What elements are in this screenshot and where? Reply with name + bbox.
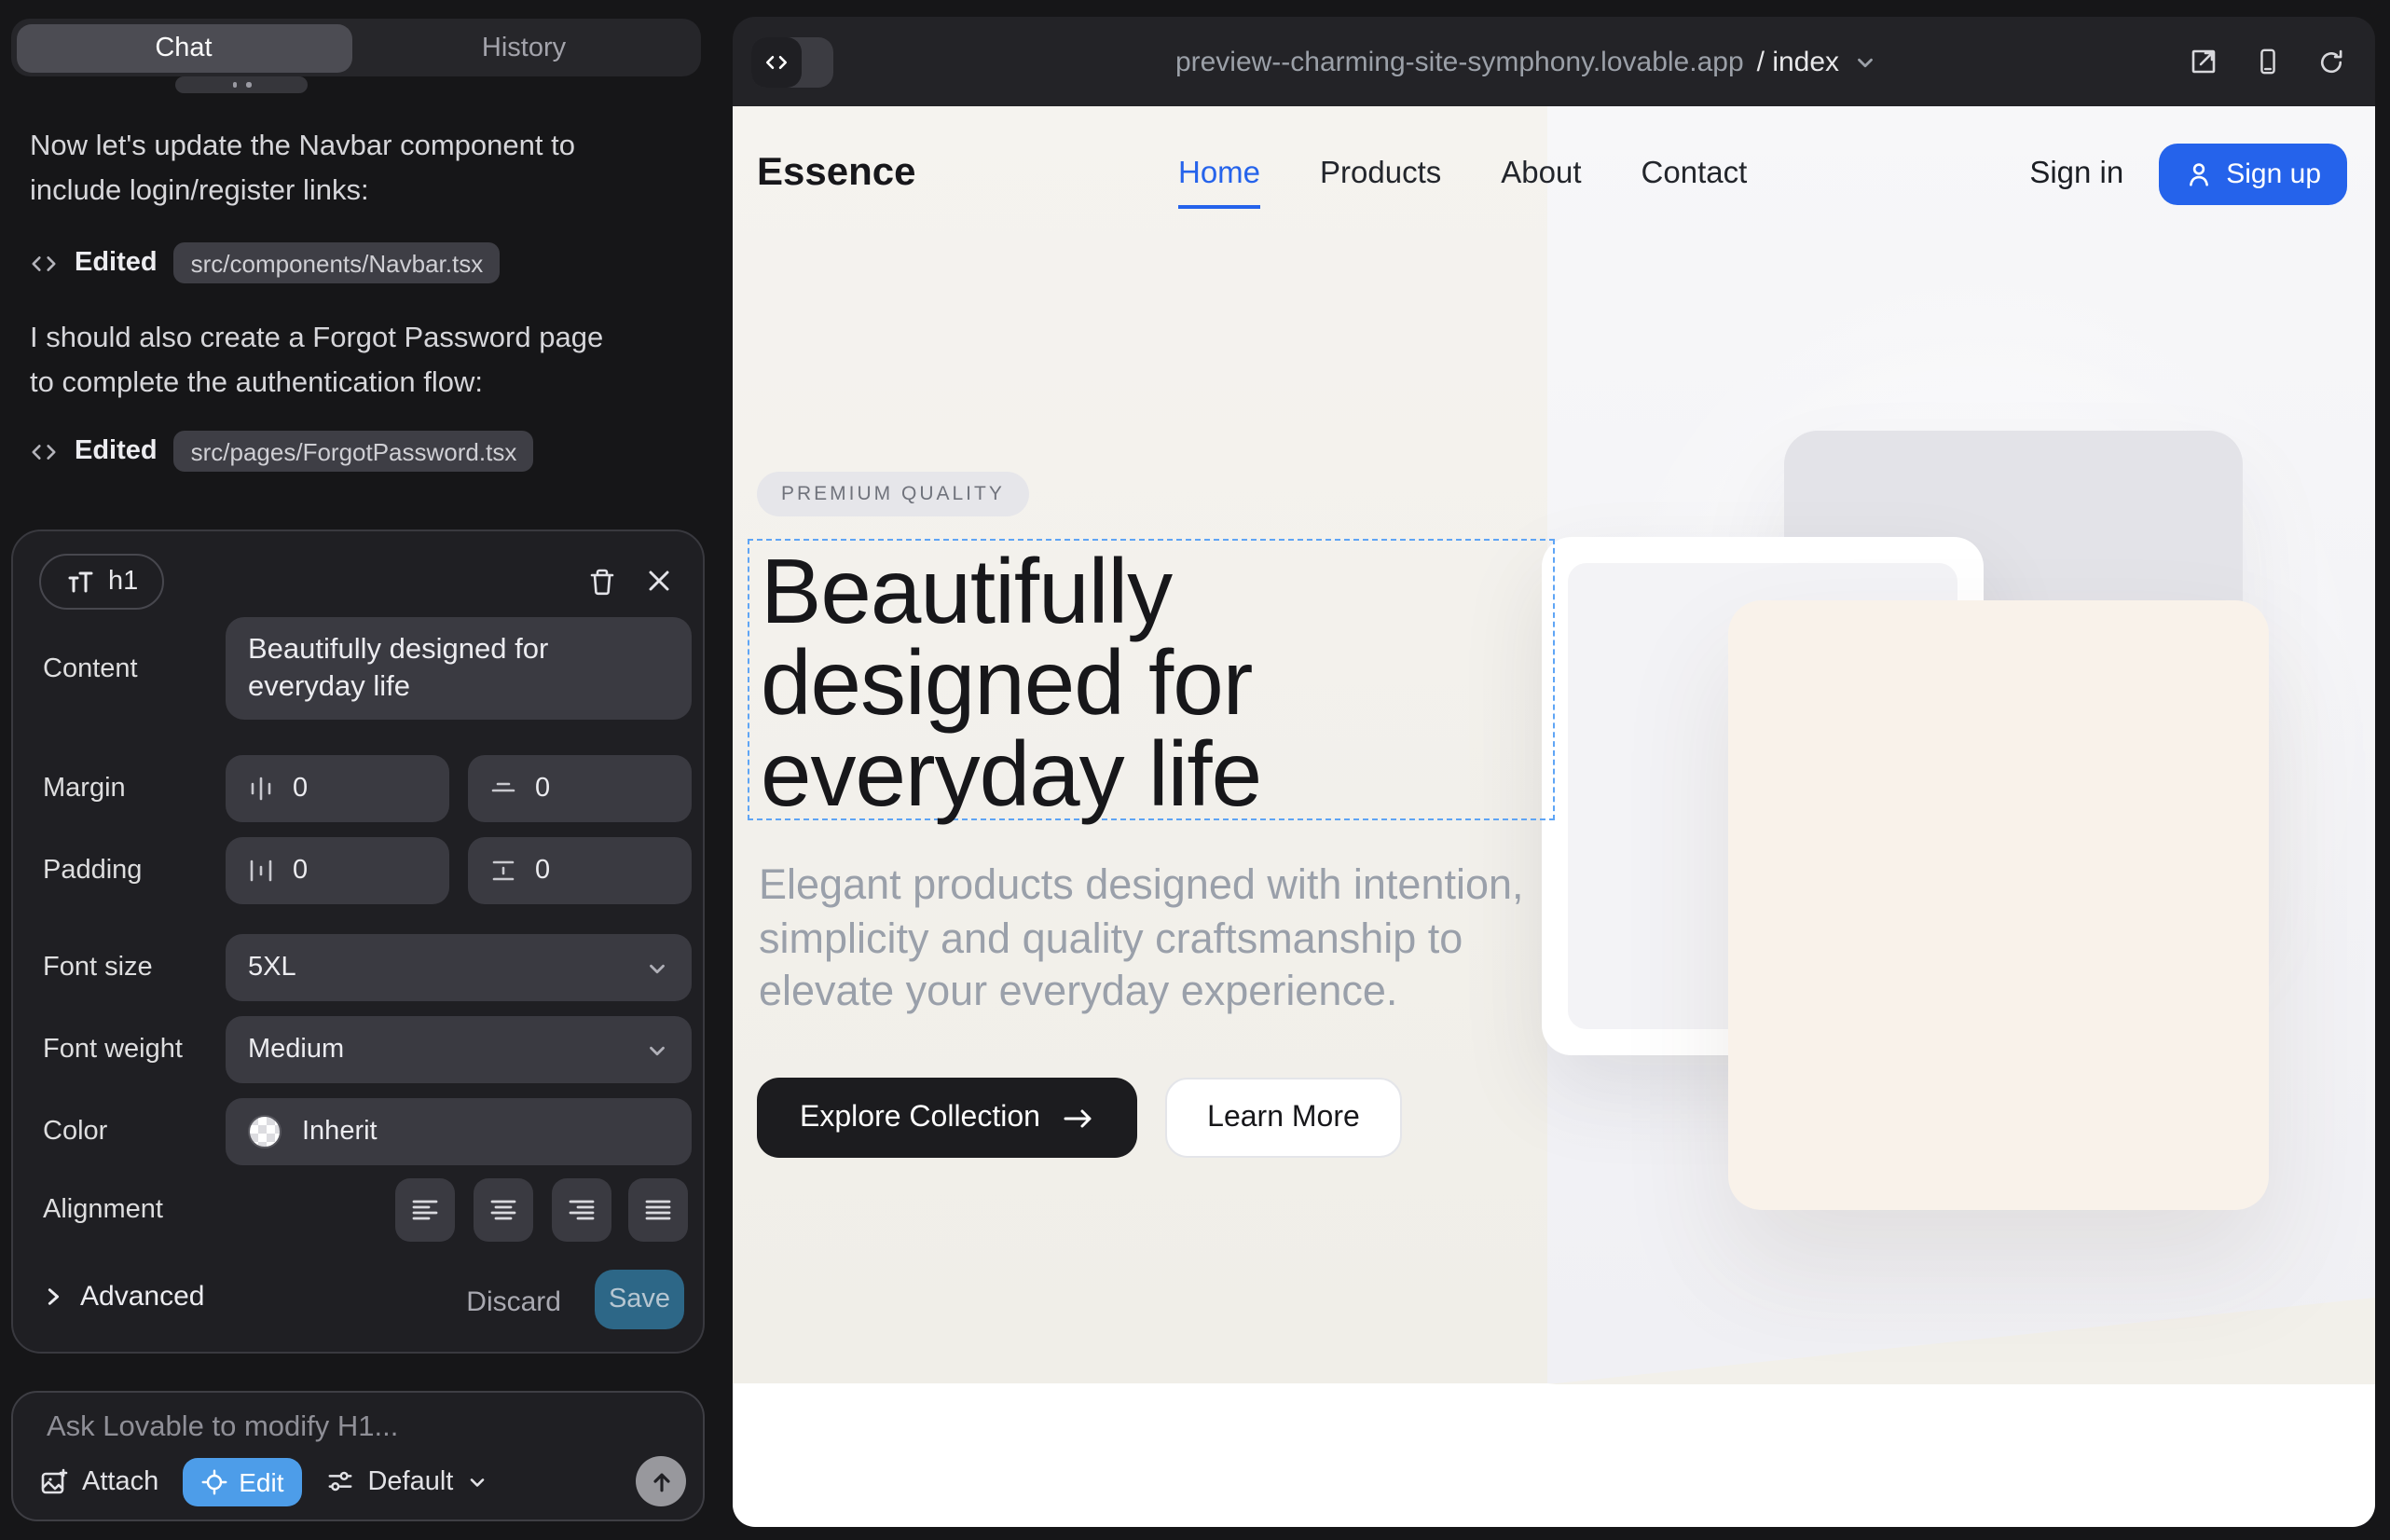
lovable-app: Chat History Now let's update the Navbar… <box>0 0 2390 1540</box>
padding-y-value: 0 <box>535 856 550 886</box>
color-swatch <box>248 1115 282 1148</box>
explore-collection-button[interactable]: Explore Collection <box>757 1078 1137 1158</box>
nav-about[interactable]: About <box>1501 157 1581 192</box>
font-size-label: Font size <box>43 953 153 983</box>
scrolled-message-peek <box>175 76 308 93</box>
url-path: / index <box>1757 46 1839 77</box>
element-tag: h1 <box>108 567 138 597</box>
font-size-select[interactable]: 5XL <box>226 934 692 1001</box>
font-weight-value: Medium <box>248 1035 344 1065</box>
chat-history-tabs: Chat History <box>11 19 701 76</box>
send-button[interactable] <box>636 1456 686 1506</box>
hero-badge: PREMIUM QUALITY <box>757 472 1029 516</box>
advanced-toggle[interactable]: Advanced <box>43 1281 204 1313</box>
attach-image-icon <box>39 1466 69 1496</box>
sign-in-link[interactable]: Sign in <box>2029 156 2123 191</box>
alignment-label: Alignment <box>43 1195 163 1225</box>
discard-button[interactable]: Discard <box>466 1286 561 1318</box>
padding-x-input[interactable]: 0 <box>226 837 449 904</box>
sign-up-label: Sign up <box>2226 158 2321 189</box>
decor-card-beige <box>1728 600 2269 1210</box>
chevron-down-icon <box>645 956 669 980</box>
margin-y-icon <box>490 776 516 802</box>
chevron-down-icon <box>466 1470 488 1492</box>
chevron-right-icon <box>43 1286 63 1307</box>
margin-x-input[interactable]: 0 <box>226 755 449 822</box>
attach-button[interactable]: Attach <box>39 1466 158 1496</box>
user-icon <box>2185 159 2213 187</box>
delete-element-button[interactable] <box>587 567 617 598</box>
preview-panel: preview--charming-site-symphony.lovable.… <box>733 17 2375 1527</box>
content-input[interactable]: Beautifully designed for everyday life <box>226 617 692 720</box>
code-icon <box>30 437 58 465</box>
attach-label: Attach <box>82 1466 158 1496</box>
element-tag-pill: h1 <box>39 554 164 610</box>
element-editor-panel: h1 Content Beautifully designed for ever… <box>11 529 705 1354</box>
margin-y-value: 0 <box>535 774 550 804</box>
sliders-icon <box>326 1467 354 1495</box>
padding-y-icon <box>490 858 516 884</box>
refresh-icon[interactable] <box>2317 48 2345 76</box>
edited-file-row[interactable]: Edited src/pages/ForgotPassword.tsx <box>30 429 533 474</box>
learn-more-button[interactable]: Learn More <box>1165 1078 1402 1158</box>
align-right-button[interactable] <box>552 1178 611 1242</box>
hero-paragraph: Elegant products designed with intention… <box>759 859 1579 1019</box>
chat-composer[interactable]: Ask Lovable to modify H1... Attach Edit … <box>11 1391 705 1521</box>
tab-history[interactable]: History <box>351 23 696 72</box>
mobile-view-icon[interactable] <box>2254 47 2282 76</box>
color-input[interactable]: Inherit <box>226 1098 692 1165</box>
chat-message: I should also create a Forgot Password p… <box>30 317 626 405</box>
padding-y-input[interactable]: 0 <box>468 837 692 904</box>
font-weight-label: Font weight <box>43 1035 183 1065</box>
font-size-value: 5XL <box>248 953 296 983</box>
chevron-down-icon <box>1852 49 1876 74</box>
color-value: Inherit <box>302 1117 378 1147</box>
nav-products[interactable]: Products <box>1320 157 1441 192</box>
padding-label: Padding <box>43 856 142 886</box>
file-chip[interactable]: src/components/Navbar.tsx <box>174 242 501 283</box>
margin-y-input[interactable]: 0 <box>468 755 692 822</box>
chat-message: Now let's update the Navbar component to… <box>30 125 626 213</box>
sign-up-button[interactable]: Sign up <box>2159 143 2347 204</box>
nav-contact[interactable]: Contact <box>1641 157 1748 192</box>
margin-x-value: 0 <box>293 774 308 804</box>
content-label: Content <box>43 654 138 684</box>
mode-label: Default <box>367 1466 453 1496</box>
color-label: Color <box>43 1117 107 1147</box>
site-viewport: Essence Home Products About Contact Sign… <box>733 106 2375 1527</box>
open-external-icon[interactable] <box>2189 47 2218 76</box>
margin-x-icon <box>248 776 274 802</box>
arrow-right-icon <box>1063 1105 1094 1131</box>
file-chip[interactable]: src/pages/ForgotPassword.tsx <box>174 431 534 472</box>
preview-url[interactable]: preview--charming-site-symphony.lovable.… <box>733 17 2319 106</box>
edited-label: Edited <box>75 248 158 278</box>
save-button[interactable]: Save <box>595 1270 684 1329</box>
advanced-label: Advanced <box>80 1281 204 1313</box>
edited-label: Edited <box>75 436 158 466</box>
align-left-button[interactable] <box>395 1178 455 1242</box>
url-host: preview--charming-site-symphony.lovable.… <box>1175 46 1744 77</box>
explore-label: Explore Collection <box>800 1101 1040 1134</box>
padding-x-value: 0 <box>293 856 308 886</box>
padding-x-icon <box>248 858 274 884</box>
edit-label: Edit <box>239 1466 283 1496</box>
hero-headline[interactable]: Beautifully designed for everyday life <box>761 548 1394 822</box>
code-icon <box>30 249 58 277</box>
align-justify-button[interactable] <box>628 1178 688 1242</box>
align-center-button[interactable] <box>474 1178 533 1242</box>
margin-label: Margin <box>43 774 126 804</box>
target-icon <box>201 1468 227 1494</box>
type-icon <box>65 567 95 597</box>
chevron-down-icon <box>645 1038 669 1062</box>
mode-select[interactable]: Default <box>326 1466 488 1496</box>
font-weight-select[interactable]: Medium <box>226 1016 692 1083</box>
site-nav: Home Products About Contact <box>1178 157 1747 192</box>
edited-file-row[interactable]: Edited src/components/Navbar.tsx <box>30 241 500 285</box>
composer-placeholder: Ask Lovable to modify H1... <box>47 1411 398 1445</box>
site-logo[interactable]: Essence <box>757 151 915 196</box>
tab-chat[interactable]: Chat <box>16 23 351 72</box>
close-editor-button[interactable] <box>645 567 673 595</box>
nav-home[interactable]: Home <box>1178 157 1260 192</box>
edit-mode-button[interactable]: Edit <box>183 1457 302 1506</box>
